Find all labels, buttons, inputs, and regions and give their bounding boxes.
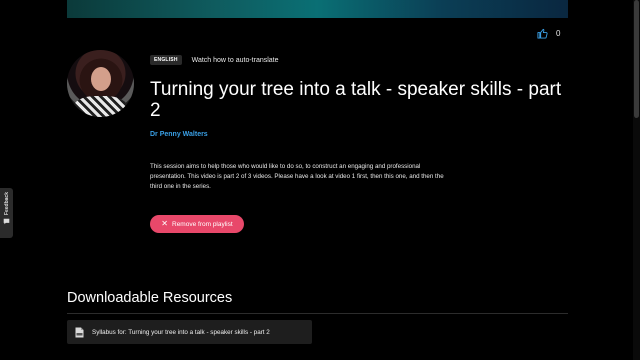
- video-hero-banner: [67, 0, 568, 18]
- feedback-tab[interactable]: Feedback: [0, 188, 13, 238]
- remove-from-playlist-button[interactable]: ✕ Remove from playlist: [150, 215, 244, 233]
- feedback-label: Feedback: [3, 192, 10, 216]
- video-title: Turning your tree into a talk - speaker …: [150, 79, 562, 121]
- resource-item[interactable]: Syllabus for: Turning your tree into a t…: [67, 320, 312, 344]
- downloadable-resources-heading: Downloadable Resources: [67, 290, 233, 306]
- feedback-icon: [3, 218, 10, 225]
- resource-label: Syllabus for: Turning your tree into a t…: [92, 328, 270, 336]
- author-avatar: [67, 50, 134, 117]
- like-control[interactable]: 0: [537, 26, 560, 40]
- thumbs-up-icon[interactable]: [537, 28, 548, 39]
- scrollbar-thumb[interactable]: [634, 0, 639, 118]
- remove-button-label: Remove from playlist: [172, 220, 233, 228]
- author-link[interactable]: Dr Penny Walters: [150, 131, 208, 138]
- section-divider: [67, 313, 568, 314]
- video-meta-row: ENGLISH Watch how to auto-translate: [150, 55, 279, 65]
- language-badge: ENGLISH: [150, 55, 182, 65]
- video-description: This session aims to help those who woul…: [150, 163, 444, 191]
- pdf-document-icon: [75, 327, 84, 337]
- like-count: 0: [556, 28, 561, 38]
- auto-translate-link[interactable]: Watch how to auto-translate: [192, 57, 279, 64]
- close-icon: ✕: [161, 219, 168, 228]
